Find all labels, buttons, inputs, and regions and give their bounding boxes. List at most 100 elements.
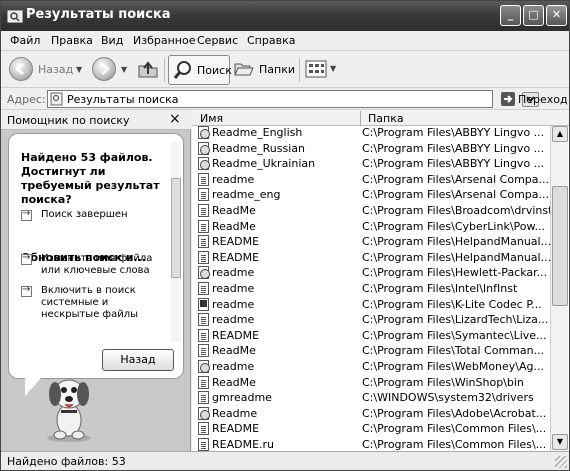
menu-help[interactable]: Справка (247, 34, 295, 47)
folders-button[interactable]: Папки (234, 58, 296, 82)
file-name: readme (212, 313, 255, 327)
file-name: Readme_Ukrainian (212, 157, 316, 171)
file-row[interactable]: Readme_Russian C:\Program Files\ABBYY Lin… (192, 141, 550, 157)
file-name: readme (212, 297, 255, 311)
pane-close-button[interactable]: × (169, 111, 181, 127)
file-name: README (212, 250, 260, 264)
menu-file[interactable]: Файл (10, 34, 40, 47)
bubble-scrollbar[interactable] (171, 142, 181, 342)
views-button[interactable]: ▼ (305, 60, 339, 80)
search-folder-icon (7, 10, 23, 23)
globe-doc-icon (198, 141, 210, 155)
close-button[interactable]: ✕ (546, 5, 567, 26)
file-name: README (212, 328, 260, 342)
file-row[interactable]: README C:\Program Files\Symantec\Live... (192, 328, 550, 344)
status-bar: Найдено файлов: 53 (1, 451, 569, 470)
file-name: Readme_Russian (212, 141, 305, 155)
file-folder: C:\Program Files\Common Files\... (362, 437, 547, 451)
scroll-up-button[interactable]: ▲ (552, 126, 568, 142)
file-name: readme (212, 281, 255, 295)
file-row[interactable]: ReadMe C:\Program Files\Broadcom\drvinst (192, 203, 550, 219)
file-folder: C:\Program Files\Arsenal Compa... (362, 188, 549, 202)
file-folder: C:\Program Files\Adobe\Acrobat... (362, 406, 547, 420)
file-name: README (212, 422, 260, 436)
menu-edit[interactable]: Правка (51, 34, 93, 47)
forward-dropdown-icon[interactable]: ▼ (121, 65, 127, 74)
status-text: Найдено файлов: 53 (7, 455, 126, 468)
list-header: Имя Папка (192, 110, 569, 126)
file-row[interactable]: readme C:\Program Files\LizardTech\Liza..… (192, 312, 550, 328)
back-label: Назад (38, 63, 74, 76)
address-bar: Адрес: Результаты поиска Переход (1, 89, 569, 110)
menu-favorites[interactable]: Избранное (133, 34, 195, 47)
minimize-button[interactable]: _ (500, 5, 521, 26)
file-name: readme (212, 266, 255, 280)
file-folder: C:\Program Files\Broadcom\drvinst (362, 203, 550, 217)
search-done-label: Поиск завершен (41, 209, 128, 220)
scroll-thumb[interactable] (552, 186, 568, 306)
search-done-link[interactable]: Поиск завершен (21, 208, 171, 223)
file-row[interactable]: readme C:\Program Files\K-Lite Codec P... (192, 297, 550, 313)
file-folder: C:\Program Files\CyberLink\Pow... (362, 219, 545, 233)
file-name: Readme_English (212, 126, 303, 139)
views-dropdown-icon: ▼ (330, 64, 337, 73)
arrow-right-icon (21, 252, 32, 265)
file-row[interactable]: readme C:\Program Files\Intel\InfInst (192, 281, 550, 297)
forward-button[interactable] (92, 57, 116, 81)
file-row[interactable]: readme C:\Program Files\Arsenal Compa... (192, 172, 550, 188)
maximize-button[interactable]: □ (523, 5, 544, 26)
column-name-header[interactable]: Имя (200, 112, 223, 125)
back-dropdown-icon[interactable]: ▼ (76, 65, 82, 74)
include-hidden-link[interactable]: Включить в поиск системные и нескрытые ф… (21, 284, 157, 325)
file-row[interactable]: readme_eng C:\Program Files\Arsenal Compa… (192, 187, 550, 203)
column-folder-header[interactable]: Папка (368, 112, 404, 125)
file-name: ReadMe (212, 203, 256, 217)
resize-grip-icon[interactable] (555, 456, 567, 468)
file-row[interactable]: README C:\Program Files\HelpandManual... (192, 250, 550, 266)
search-button[interactable]: Поиск (168, 55, 232, 85)
go-label: Переход (518, 93, 568, 106)
menu-view[interactable]: Вид (101, 34, 123, 47)
scroll-down-button[interactable]: ▼ (552, 434, 568, 450)
file-name: Readme (212, 406, 258, 420)
file-row[interactable]: README.ru C:\Program Files\Common Files\.… (192, 437, 550, 451)
file-row[interactable]: ReadMe C:\Program Files\Total Comman... (192, 343, 550, 359)
file-name: readme (212, 359, 255, 373)
file-row[interactable]: README C:\Program Files\HelpandManual... (192, 234, 550, 250)
text-doc-icon (198, 422, 209, 436)
file-row[interactable]: readme C:\Program Files\WebMoney\Ag... (192, 359, 550, 375)
globe-doc-icon (198, 126, 210, 139)
file-name: ReadMe (212, 375, 256, 389)
file-row[interactable]: Readme C:\Program Files\Adobe\Acrobat... (192, 406, 550, 422)
menu-tools[interactable]: Сервис (197, 34, 238, 47)
file-row[interactable]: Readme_English C:\Program Files\ABBYY Lin… (192, 125, 550, 141)
results-list: Имя Папка Readme_English C:\Program Files… (192, 110, 569, 451)
file-row[interactable]: README C:\Program Files\Common Files\... (192, 421, 550, 437)
file-row[interactable]: readme C:\Program Files\Hewlett-Packar... (192, 265, 550, 281)
go-button[interactable]: Переход (498, 90, 568, 108)
up-folder-icon[interactable] (137, 58, 159, 80)
file-folder: C:\Program Files\Arsenal Compa... (362, 172, 549, 186)
file-folder: C:\Program Files\Symantec\Live... (362, 328, 547, 342)
file-folder: C:\Program Files\K-Lite Codec P... (362, 297, 542, 311)
go-arrow-icon (501, 92, 515, 106)
address-field[interactable]: Результаты поиска (47, 90, 539, 108)
file-folder: C:\WINDOWS\system32\drivers (362, 391, 534, 405)
bubble-scroll-thumb[interactable] (171, 178, 181, 278)
globe-doc-icon (198, 359, 210, 373)
column-separator[interactable] (360, 111, 361, 125)
forward-arrow-icon (101, 63, 110, 75)
back-button[interactable] (9, 57, 33, 81)
file-row[interactable]: ReadMe C:\Program Files\CyberLink\Pow... (192, 219, 550, 235)
change-name-link[interactable]: Изменить имя файла или ключевые слова (21, 252, 157, 281)
file-folder: C:\Program Files\ABBYY Lingvo ... (362, 141, 545, 155)
assistant-back-button[interactable]: Назад (102, 349, 174, 371)
file-row[interactable]: ReadMe C:\Program Files\WinShop\bin (192, 375, 550, 391)
file-row[interactable]: Readme_Ukrainian C:\Program Files\ABBYY L… (192, 156, 550, 172)
results-rows: Readme_English C:\Program Files\ABBYY Lin… (192, 125, 550, 451)
file-name: readme (212, 172, 255, 186)
vertical-scrollbar[interactable]: ▲ ▼ (550, 126, 568, 451)
search-label: Поиск (197, 64, 232, 77)
file-row[interactable]: gmreadme C:\WINDOWS\system32\drivers (192, 390, 550, 406)
globe-doc-icon (198, 406, 210, 420)
